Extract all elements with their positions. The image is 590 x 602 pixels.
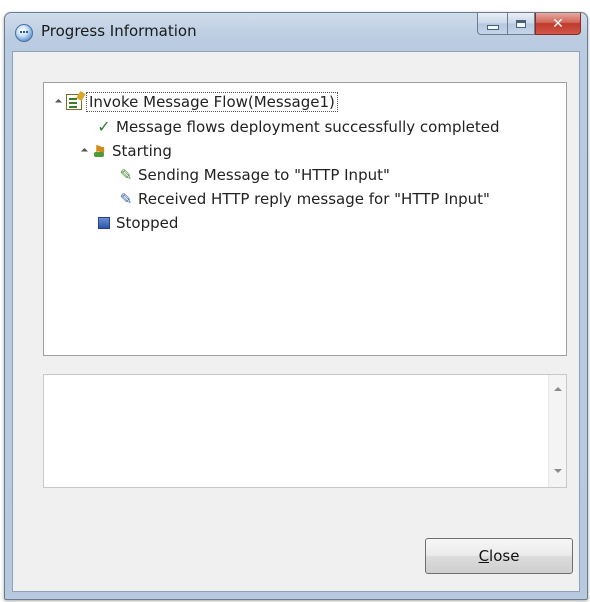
- tree-item-label: Message flows deployment successfully co…: [116, 118, 500, 136]
- tree-item-label: Sending Message to "HTTP Input": [138, 166, 390, 184]
- tree-item-label: Invoke Message Flow(Message1): [86, 92, 338, 112]
- checkmark-icon: ✓: [97, 117, 111, 136]
- tree-item-label: Received HTTP reply message for "HTTP In…: [138, 190, 490, 208]
- tree-item-invoke-message-flow[interactable]: Invoke Message Flow(Message1): [54, 91, 338, 113]
- tree-item-stopped[interactable]: Stopped: [96, 212, 178, 234]
- caption-buttons: ✕: [477, 13, 581, 35]
- close-icon: ✕: [552, 15, 564, 32]
- close-window-button[interactable]: ✕: [535, 13, 581, 35]
- close-button[interactable]: Close: [425, 538, 573, 574]
- progress-tree[interactable]: Invoke Message Flow(Message1) ✓ Message …: [43, 82, 567, 356]
- send-message-icon: ✎: [119, 166, 133, 184]
- vertical-scrollbar[interactable]: [548, 375, 566, 487]
- maximize-icon: [516, 19, 526, 28]
- minimize-icon: [486, 25, 499, 30]
- details-text-area[interactable]: [43, 374, 567, 488]
- receive-message-icon: ✎: [119, 190, 133, 208]
- app-icon: [15, 24, 33, 42]
- minimize-button[interactable]: [477, 13, 507, 35]
- close-button-mnemonic: C: [478, 547, 490, 565]
- expanded-arrow-icon[interactable]: [80, 147, 89, 155]
- title-bar[interactable]: Progress Information ✕: [5, 13, 587, 51]
- window-title: Progress Information: [41, 22, 197, 40]
- close-button-label: lose: [489, 547, 520, 565]
- maximize-button[interactable]: [507, 13, 535, 35]
- progress-information-window: Progress Information ✕ Invoke Message Fl…: [4, 12, 588, 600]
- expanded-arrow-icon[interactable]: [54, 98, 63, 106]
- message-flow-icon: [66, 94, 82, 110]
- scroll-down-arrow-icon[interactable]: [554, 469, 562, 473]
- scroll-up-arrow-icon[interactable]: [554, 387, 562, 391]
- stopped-icon: [98, 217, 110, 229]
- tree-item-label: Stopped: [116, 214, 179, 232]
- tree-item-sending-message[interactable]: ✎ Sending Message to "HTTP Input": [118, 164, 390, 186]
- tree-item-deployment-completed[interactable]: ✓ Message flows deployment successfully …: [96, 116, 500, 138]
- dialog-body: Invoke Message Flow(Message1) ✓ Message …: [12, 51, 580, 592]
- tree-item-received-reply[interactable]: ✎ Received HTTP reply message for "HTTP …: [118, 188, 490, 210]
- tree-item-label: Starting: [112, 142, 172, 160]
- tree-item-starting[interactable]: ⚑ Starting: [80, 140, 172, 162]
- starting-icon: ⚑: [93, 142, 107, 160]
